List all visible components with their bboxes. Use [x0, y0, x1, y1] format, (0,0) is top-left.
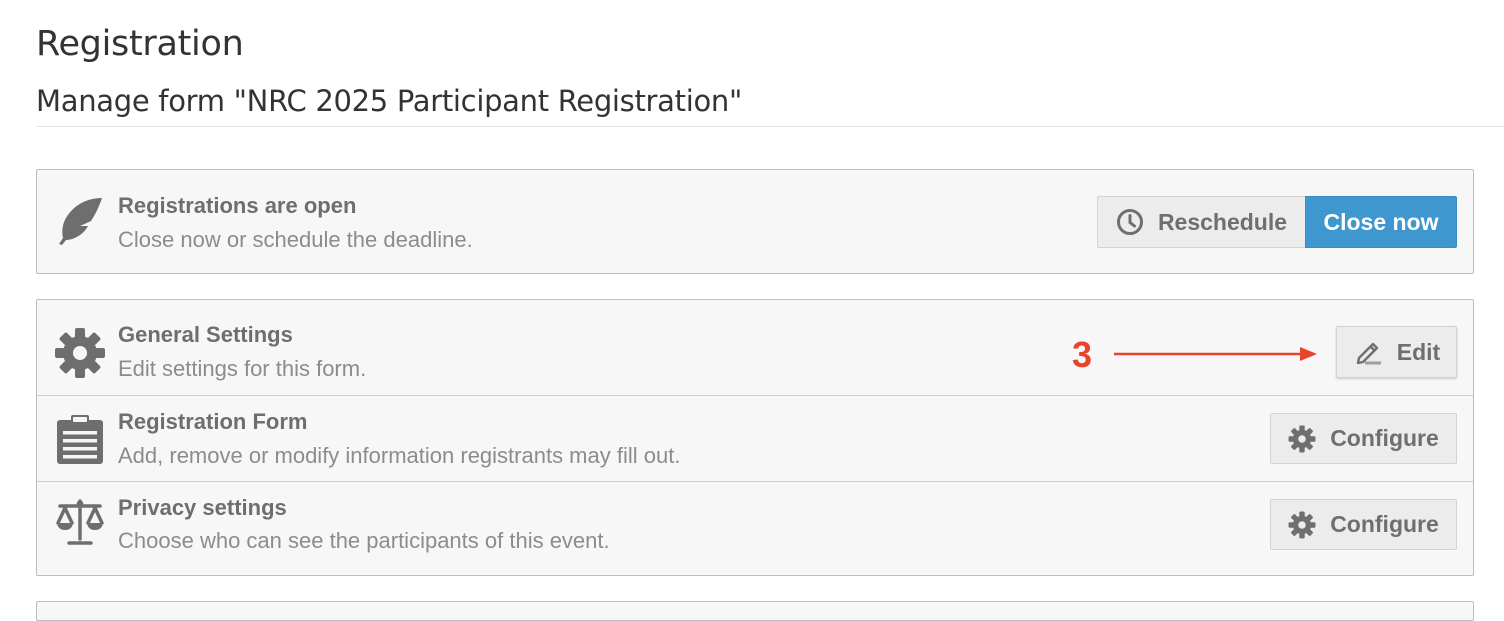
clipboard-icon — [54, 413, 106, 465]
configure-privacy-settings-button[interactable]: Configure — [1270, 499, 1457, 550]
reschedule-label: Reschedule — [1157, 208, 1288, 235]
registration-form-description: Add, remove or modify information regist… — [118, 443, 681, 468]
configure-label: Configure — [1330, 511, 1439, 537]
feather-icon — [54, 194, 106, 246]
general-settings-title: General Settings — [118, 322, 293, 347]
privacy-settings-description: Choose who can see the participants of t… — [118, 528, 610, 553]
reschedule-button[interactable]: Reschedule — [1097, 196, 1306, 248]
edit-button[interactable]: Edit — [1336, 326, 1457, 378]
status-title: Registrations are open — [118, 193, 357, 218]
scales-icon — [54, 497, 106, 549]
gear-icon — [1288, 511, 1316, 538]
edit-label: Edit — [1396, 338, 1441, 365]
clock-icon — [1116, 209, 1143, 235]
page-subtitle: Manage form "NRC 2025 Participant Regist… — [36, 84, 743, 118]
pencil-icon — [1356, 342, 1381, 365]
page-title: Registration — [36, 24, 244, 64]
annotation-step-number: 3 — [1072, 334, 1093, 375]
form-settings-panel: General Settings Edit settings for this … — [36, 299, 1474, 576]
privacy-settings-title: Privacy settings — [118, 495, 287, 520]
close-now-label: Close now — [1323, 208, 1439, 235]
status-description: Close now or schedule the deadline. — [118, 227, 473, 252]
gear-icon — [54, 327, 106, 379]
registration-form-row: Registration Form Add, remove or modify … — [37, 395, 1473, 481]
next-panel — [36, 601, 1474, 621]
registration-status-panel: Registrations are open Close now or sche… — [36, 169, 1474, 274]
title-divider — [36, 126, 1504, 127]
configure-label: Configure — [1330, 425, 1439, 451]
close-now-button[interactable]: Close now — [1305, 196, 1457, 248]
gear-icon — [1288, 425, 1316, 452]
registration-form-title: Registration Form — [118, 409, 308, 434]
annotation-arrow-icon — [1114, 347, 1317, 361]
general-settings-description: Edit settings for this form. — [118, 356, 367, 381]
registration-status-row: Registrations are open Close now or sche… — [37, 170, 1473, 273]
privacy-settings-row: Privacy settings Choose who can see the … — [37, 481, 1473, 575]
configure-registration-form-button[interactable]: Configure — [1270, 413, 1457, 464]
